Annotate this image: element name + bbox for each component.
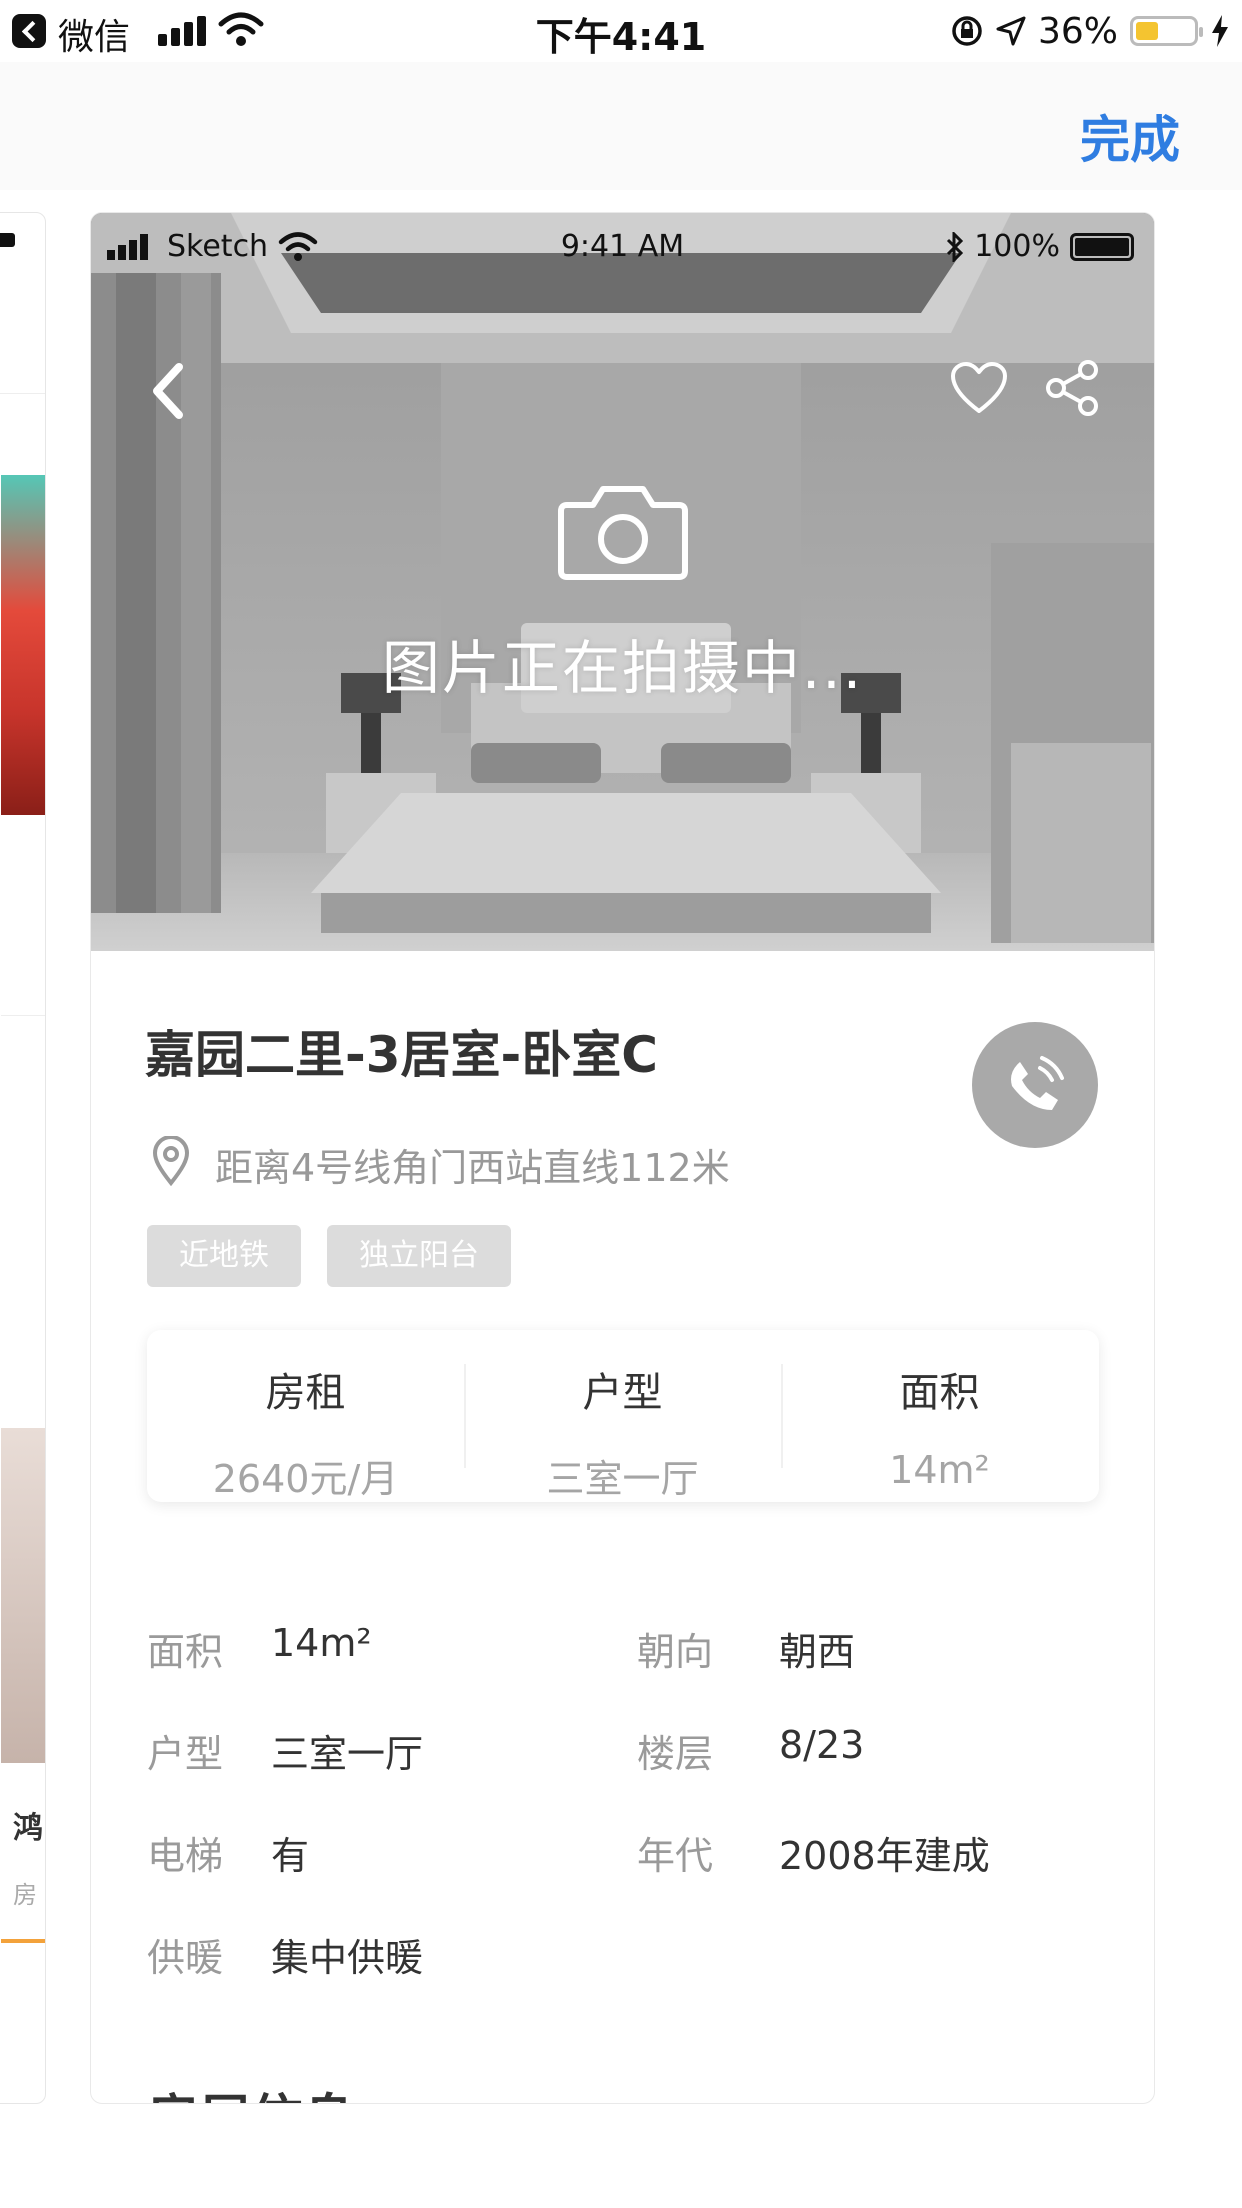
summary-area-value: 14m² bbox=[889, 1448, 990, 1492]
previous-card-peek[interactable]: 鸿 房 bbox=[0, 212, 46, 2104]
location-pin-icon bbox=[152, 1136, 190, 1186]
detail-elevator-label: 电梯 bbox=[147, 1834, 224, 1878]
detail-year-value: 2008年建成 bbox=[779, 1834, 990, 1878]
peek-card-image-2 bbox=[1, 1428, 45, 1763]
detail-floor-value: 8/23 bbox=[779, 1723, 865, 1767]
status-bar: 微信 下午4:41 36% bbox=[0, 0, 1242, 62]
tag-private-balcony: 独立阳台 bbox=[327, 1225, 511, 1287]
summary-layout-label: 户型 bbox=[582, 1370, 663, 1416]
camera-icon bbox=[558, 486, 688, 580]
phone-icon bbox=[1011, 1056, 1064, 1110]
detail-heating-label: 供暖 bbox=[147, 1936, 224, 1980]
share-icon[interactable] bbox=[1043, 359, 1101, 417]
detail-layout-value: 三室一厅 bbox=[271, 1732, 424, 1776]
summary-area: 面积 14m² bbox=[781, 1330, 1098, 1502]
listing-card[interactable]: Sketch 9:41 AM 100% 图片正在拍摄中... 嘉园二里-3居室-… bbox=[90, 212, 1155, 2104]
favorite-heart-icon[interactable] bbox=[949, 361, 1009, 415]
bluetooth-icon bbox=[947, 231, 964, 262]
status-right: 36% bbox=[950, 8, 1230, 54]
orientation-lock-icon bbox=[952, 16, 982, 46]
peek-card-image bbox=[1, 475, 45, 815]
summary-layout-value: 三室一厅 bbox=[546, 1457, 699, 1501]
detail-layout-label: 户型 bbox=[147, 1732, 224, 1776]
hero-image: Sketch 9:41 AM 100% 图片正在拍摄中... bbox=[91, 213, 1154, 951]
back-chevron-icon[interactable] bbox=[149, 361, 185, 421]
peek-card-header bbox=[0, 213, 45, 394]
peek-card-title: 鸿 bbox=[13, 1811, 43, 1846]
listing-title: 嘉园二里-3居室-卧室C bbox=[145, 1026, 658, 1084]
summary-rent-value: 2640元/月 bbox=[212, 1457, 399, 1501]
listing-location: 距离4号线角门西站直线112米 bbox=[215, 1146, 730, 1190]
done-button[interactable]: 完成 bbox=[1080, 100, 1180, 172]
summary-area-label: 面积 bbox=[899, 1370, 980, 1416]
detail-area-value: 14m² bbox=[271, 1621, 372, 1665]
section-title: 房屋信息 bbox=[147, 2077, 355, 2103]
nav-header: 完成 bbox=[0, 62, 1242, 190]
detail-year-label: 年代 bbox=[637, 1834, 714, 1878]
detail-elevator-value: 有 bbox=[271, 1834, 310, 1878]
tag-near-subway: 近地铁 bbox=[147, 1225, 301, 1287]
summary-rent: 房租 2640元/月 bbox=[147, 1330, 464, 1502]
bedroom-photo bbox=[91, 213, 1154, 951]
mockup-battery-icon bbox=[1070, 232, 1134, 261]
mockup-battery-percent: 100% bbox=[974, 229, 1060, 264]
summary-panel: 房租 2640元/月 户型 三室一厅 面积 14m² bbox=[147, 1330, 1099, 1502]
feature-tags: 近地铁 独立阳台 bbox=[147, 1225, 511, 1287]
detail-heating-value: 集中供暖 bbox=[271, 1936, 424, 1980]
detail-floor-label: 楼层 bbox=[637, 1732, 714, 1776]
summary-layout: 户型 三室一厅 bbox=[464, 1330, 781, 1502]
battery-icon bbox=[1130, 16, 1203, 46]
summary-rent-label: 房租 bbox=[265, 1370, 346, 1416]
mockup-status-bar: Sketch 9:41 AM 100% bbox=[91, 229, 1154, 269]
location-arrow-icon bbox=[996, 16, 1026, 46]
peek-card-subtitle: 房 bbox=[13, 1881, 37, 1909]
detail-area-label: 面积 bbox=[147, 1630, 224, 1674]
battery-percent: 36% bbox=[1037, 10, 1118, 52]
photo-pending-caption: 图片正在拍摄中... bbox=[381, 634, 864, 702]
peek-card-accent bbox=[1, 1939, 45, 1943]
call-button[interactable] bbox=[972, 1022, 1098, 1148]
detail-orientation-label: 朝向 bbox=[637, 1630, 714, 1674]
peek-battery-icon bbox=[0, 233, 15, 247]
detail-orientation-value: 朝西 bbox=[779, 1630, 856, 1674]
peek-card-panel bbox=[1, 1015, 45, 1216]
charging-bolt-icon bbox=[1212, 15, 1228, 47]
